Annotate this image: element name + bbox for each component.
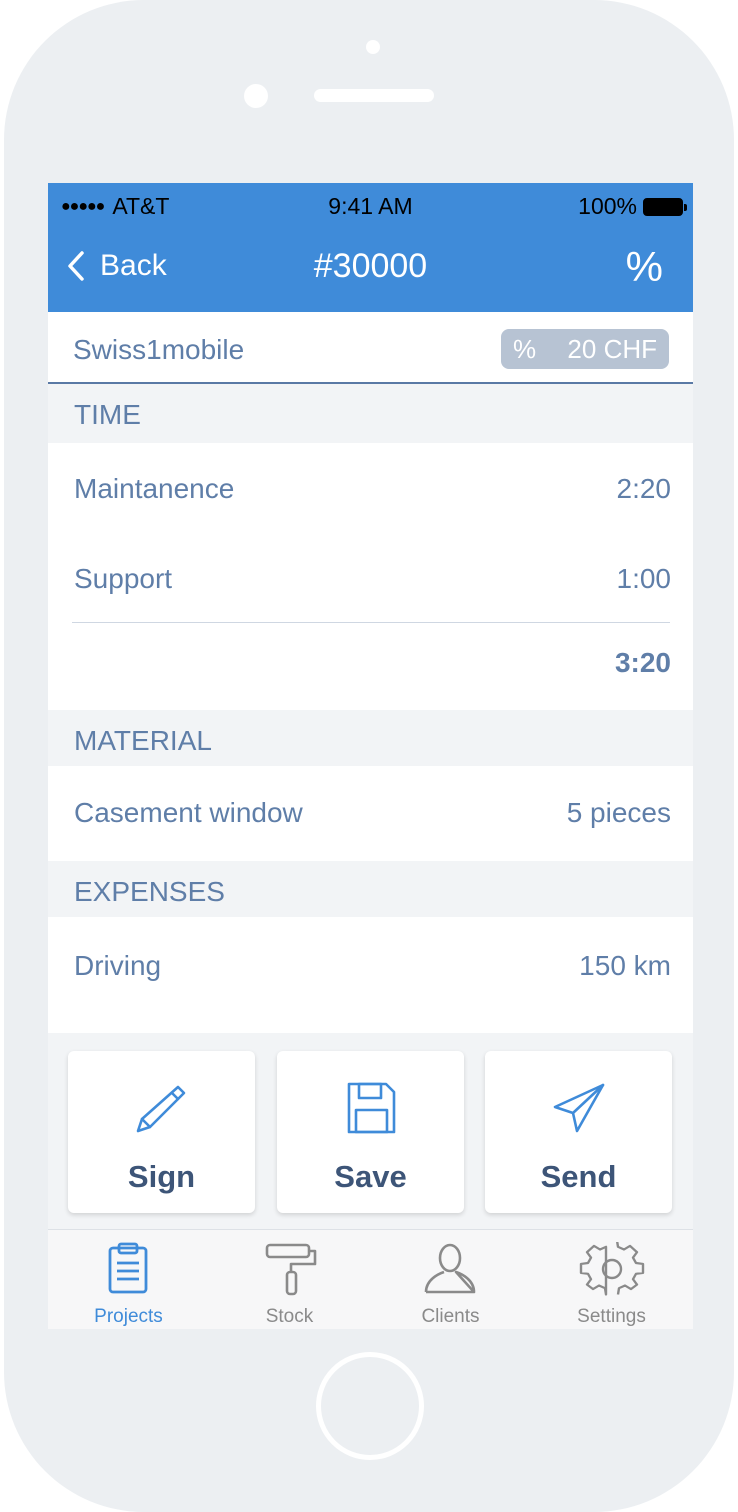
tab-bar: Projects Stock Clients Settings — [48, 1229, 693, 1329]
discount-button[interactable]: % — [626, 243, 663, 291]
page-title: #30000 — [313, 247, 428, 285]
list-item[interactable]: Casement window 5 pieces — [48, 767, 693, 861]
item-label: Maintanence — [74, 473, 235, 504]
sign-button[interactable]: Sign — [68, 1051, 255, 1213]
tab-clients[interactable]: Clients — [370, 1230, 531, 1329]
discount-value: 20 CHF — [567, 333, 657, 364]
time-total: 3:20 — [614, 647, 671, 678]
gear-icon — [579, 1242, 645, 1296]
client-name: Swiss1mobile — [73, 334, 245, 365]
sign-label: Sign — [127, 1159, 196, 1194]
paint-roller-icon — [265, 1243, 317, 1296]
proximity-sensor — [244, 84, 268, 108]
battery-icon — [643, 197, 687, 216]
tab-settings[interactable]: Settings — [531, 1230, 692, 1329]
home-button[interactable] — [316, 1352, 424, 1460]
item-value: 2:20 — [616, 473, 672, 504]
tab-label: Clients — [421, 1306, 480, 1327]
list-item[interactable]: Maintanence 2:20 — [48, 443, 693, 533]
divider — [72, 622, 670, 623]
list-item[interactable]: Driving 150 km — [48, 918, 693, 1033]
action-bar: Sign Save Send — [48, 1033, 693, 1229]
pencil-icon — [136, 1085, 186, 1133]
client-row[interactable]: Swiss1mobile % 20 CHF — [48, 312, 693, 384]
save-button[interactable]: Save — [277, 1051, 464, 1213]
tab-label: Projects — [94, 1306, 163, 1327]
app-screen: ●●●●● AT&T 9:41 AM 100% Back #30000 % Sw… — [48, 183, 693, 1329]
clipboard-icon — [108, 1242, 148, 1294]
tab-label: Stock — [265, 1306, 314, 1327]
paper-plane-icon — [553, 1083, 605, 1133]
battery-percent: 100% — [578, 193, 637, 219]
earpiece-speaker — [314, 89, 434, 102]
save-label: Save — [334, 1159, 407, 1194]
floppy-disk-icon — [347, 1082, 396, 1134]
send-label: Send — [540, 1159, 617, 1194]
tab-stock[interactable]: Stock — [209, 1230, 370, 1329]
section-header-time: TIME — [48, 384, 693, 443]
item-value: 1:00 — [616, 563, 672, 594]
navigation-bar: ●●●●● AT&T 9:41 AM 100% Back #30000 % — [48, 183, 693, 312]
send-button[interactable]: Send — [485, 1051, 672, 1213]
list-item[interactable]: Support 1:00 3:20 — [48, 533, 693, 709]
percent-icon: % — [513, 333, 537, 364]
section-header-material: MATERIAL — [48, 710, 693, 766]
tab-label: Settings — [577, 1306, 646, 1327]
person-icon — [424, 1243, 476, 1294]
item-label: Casement window — [74, 797, 303, 828]
tab-projects[interactable]: Projects — [48, 1230, 209, 1329]
item-value: 150 km — [579, 950, 671, 981]
status-battery: 100% — [578, 193, 687, 220]
item-label: Driving — [74, 950, 162, 981]
section-header-expenses: EXPENSES — [48, 861, 693, 917]
front-camera — [366, 40, 380, 54]
item-label: Support — [74, 563, 173, 594]
item-value: 5 pieces — [566, 797, 671, 828]
discount-badge[interactable]: % 20 CHF — [501, 329, 669, 369]
